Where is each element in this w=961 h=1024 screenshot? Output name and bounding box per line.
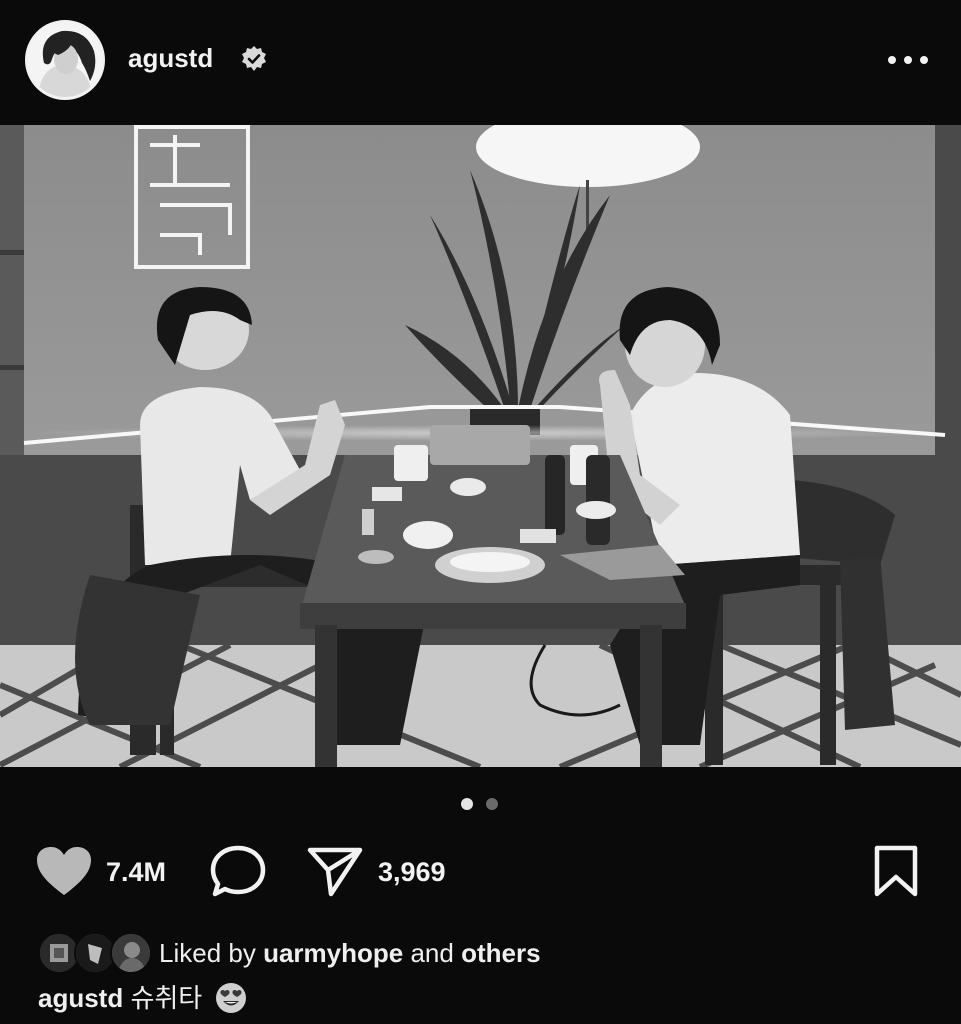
carousel-dot-active: [461, 798, 473, 810]
liked-by-row[interactable]: Liked by uarmyhope and others: [38, 932, 918, 976]
action-bar: 7.4M 3,969: [0, 835, 961, 910]
verified-badge-icon: [242, 46, 266, 71]
carousel-dot: [486, 798, 498, 810]
post-photo[interactable]: [0, 125, 961, 767]
caption: agustd 슈취타: [38, 978, 247, 1015]
liker-avatar-3: [110, 932, 152, 974]
share-count[interactable]: 3,969: [378, 857, 446, 888]
username[interactable]: agustd: [128, 43, 213, 74]
liked-by-others[interactable]: others: [461, 938, 540, 968]
like-count[interactable]: 7.4M: [106, 857, 166, 888]
liked-by-user[interactable]: uarmyhope: [263, 938, 403, 968]
profile-avatar[interactable]: [25, 20, 105, 100]
liked-by-connector: and: [410, 938, 454, 968]
comment-icon[interactable]: [209, 844, 267, 898]
heart-icon[interactable]: [35, 845, 93, 897]
caption-username[interactable]: agustd: [38, 983, 123, 1013]
carousel-indicator: [458, 796, 504, 810]
liked-by-prefix: Liked by: [159, 938, 256, 968]
post-header: agustd: [0, 0, 961, 120]
more-options-icon[interactable]: [886, 50, 930, 70]
bookmark-icon[interactable]: [872, 844, 920, 898]
send-icon[interactable]: [306, 844, 364, 898]
liked-by-text[interactable]: Liked by uarmyhope and others: [159, 938, 541, 969]
caption-text: 슈취타: [130, 983, 203, 1013]
heart-eyes-emoji-icon: [216, 983, 247, 1013]
